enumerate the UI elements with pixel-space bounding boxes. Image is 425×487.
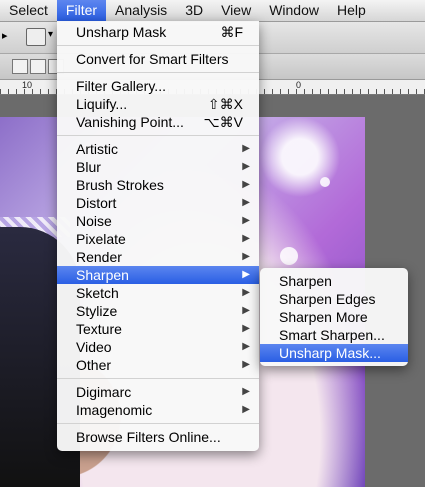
item-label: Noise <box>76 213 112 229</box>
item-label: Unsharp Mask <box>76 24 167 40</box>
submenu-arrow-icon: ▶ <box>242 143 250 154</box>
submenu-arrow-icon: ▶ <box>242 341 250 352</box>
filter-menu: Unsharp Mask ⌘F Convert for Smart Filter… <box>57 21 259 451</box>
align-left-icon[interactable] <box>12 59 28 74</box>
item-label: Video <box>76 339 112 355</box>
browse-filters-online-item[interactable]: Browse Filters Online... <box>57 428 259 446</box>
ruler-label: 0 <box>296 80 302 90</box>
transform-tool-icon[interactable] <box>26 28 46 46</box>
item-label: Sharpen <box>76 267 129 283</box>
item-label: Distort <box>76 195 117 211</box>
sharpen-more-item[interactable]: Sharpen More <box>260 308 408 326</box>
shortcut: ⇧⌘X <box>207 96 243 112</box>
menu-filter[interactable]: Filter <box>56 0 107 21</box>
submenu-arrow-icon: ▶ <box>242 269 250 280</box>
submenu-arrow-icon: ▶ <box>242 404 250 415</box>
submenu-arrow-icon: ▶ <box>242 215 250 226</box>
submenu-sketch[interactable]: Sketch ▶ <box>57 284 259 302</box>
tool-dropdown-icon[interactable]: ▾ <box>48 29 53 40</box>
unsharp-mask-submenu-item[interactable]: Unsharp Mask... <box>260 344 408 362</box>
ruler-label: 10 <box>22 80 33 90</box>
submenu-arrow-icon: ▶ <box>242 197 250 208</box>
sharpen-item[interactable]: Sharpen <box>260 272 408 290</box>
item-label: Stylize <box>76 303 118 319</box>
paint-splash <box>280 247 298 265</box>
item-label: Liquify... <box>76 96 128 112</box>
item-label: Artistic <box>76 141 118 157</box>
liquify-item[interactable]: Liquify... ⇧⌘X <box>57 95 259 113</box>
submenu-brush-strokes[interactable]: Brush Strokes ▶ <box>57 176 259 194</box>
item-label: Texture <box>76 321 122 337</box>
submenu-arrow-icon: ▶ <box>242 179 250 190</box>
submenu-sharpen[interactable]: Sharpen ▶ <box>57 266 259 284</box>
submenu-stylize[interactable]: Stylize ▶ <box>57 302 259 320</box>
item-label: Render <box>76 249 122 265</box>
submenu-arrow-icon: ▶ <box>242 287 250 298</box>
submenu-noise[interactable]: Noise ▶ <box>57 212 259 230</box>
submenu-video[interactable]: Video ▶ <box>57 338 259 356</box>
submenu-pixelate[interactable]: Pixelate ▶ <box>57 230 259 248</box>
item-label: Vanishing Point... <box>76 114 184 130</box>
item-label: Pixelate <box>76 231 126 247</box>
submenu-render[interactable]: Render ▶ <box>57 248 259 266</box>
shortcut: ⌘F <box>220 24 243 40</box>
menu-analysis[interactable]: Analysis <box>106 0 176 21</box>
separator <box>57 72 259 73</box>
menu-view[interactable]: View <box>212 0 260 21</box>
menu-bar: Select Filter Analysis 3D View Window He… <box>0 0 425 22</box>
item-label: Brush Strokes <box>76 177 164 193</box>
submenu-arrow-icon: ▶ <box>242 386 250 397</box>
submenu-texture[interactable]: Texture ▶ <box>57 320 259 338</box>
item-label: Blur <box>76 159 101 175</box>
submenu-arrow-icon: ▶ <box>242 251 250 262</box>
menu-select[interactable]: Select <box>0 0 57 21</box>
item-label: Imagenomic <box>76 402 153 418</box>
item-label: Digimarc <box>76 384 132 400</box>
submenu-arrow-icon: ▶ <box>242 359 250 370</box>
submenu-blur[interactable]: Blur ▶ <box>57 158 259 176</box>
submenu-arrow-icon: ▶ <box>242 305 250 316</box>
menu-3d[interactable]: 3D <box>176 0 212 21</box>
submenu-arrow-icon: ▶ <box>242 233 250 244</box>
sharpen-submenu: Sharpen Sharpen Edges Sharpen More Smart… <box>260 268 408 366</box>
submenu-distort[interactable]: Distort ▶ <box>57 194 259 212</box>
sharpen-edges-item[interactable]: Sharpen Edges <box>260 290 408 308</box>
submenu-other[interactable]: Other ▶ <box>57 356 259 374</box>
menu-help[interactable]: Help <box>328 0 375 21</box>
submenu-imagenomic[interactable]: Imagenomic ▶ <box>57 401 259 419</box>
paint-splash <box>320 177 330 187</box>
separator <box>57 45 259 46</box>
convert-smart-filters-item[interactable]: Convert for Smart Filters <box>57 50 259 68</box>
shortcut: ⌥⌘V <box>203 114 243 130</box>
submenu-arrow-icon: ▶ <box>242 323 250 334</box>
menu-window[interactable]: Window <box>260 0 328 21</box>
submenu-digimarc[interactable]: Digimarc ▶ <box>57 383 259 401</box>
separator <box>57 378 259 379</box>
item-label: Sketch <box>76 285 119 301</box>
filter-gallery-item[interactable]: Filter Gallery... <box>57 77 259 95</box>
submenu-arrow-icon: ▶ <box>242 161 250 172</box>
smart-sharpen-item[interactable]: Smart Sharpen... <box>260 326 408 344</box>
options-arrow-icon[interactable]: ▸ <box>2 29 8 42</box>
align-center-icon[interactable] <box>30 59 46 74</box>
unsharp-mask-item[interactable]: Unsharp Mask ⌘F <box>57 23 259 41</box>
submenu-artistic[interactable]: Artistic ▶ <box>57 140 259 158</box>
item-label: Other <box>76 357 112 373</box>
vanishing-point-item[interactable]: Vanishing Point... ⌥⌘V <box>57 113 259 131</box>
separator <box>57 423 259 424</box>
separator <box>57 135 259 136</box>
